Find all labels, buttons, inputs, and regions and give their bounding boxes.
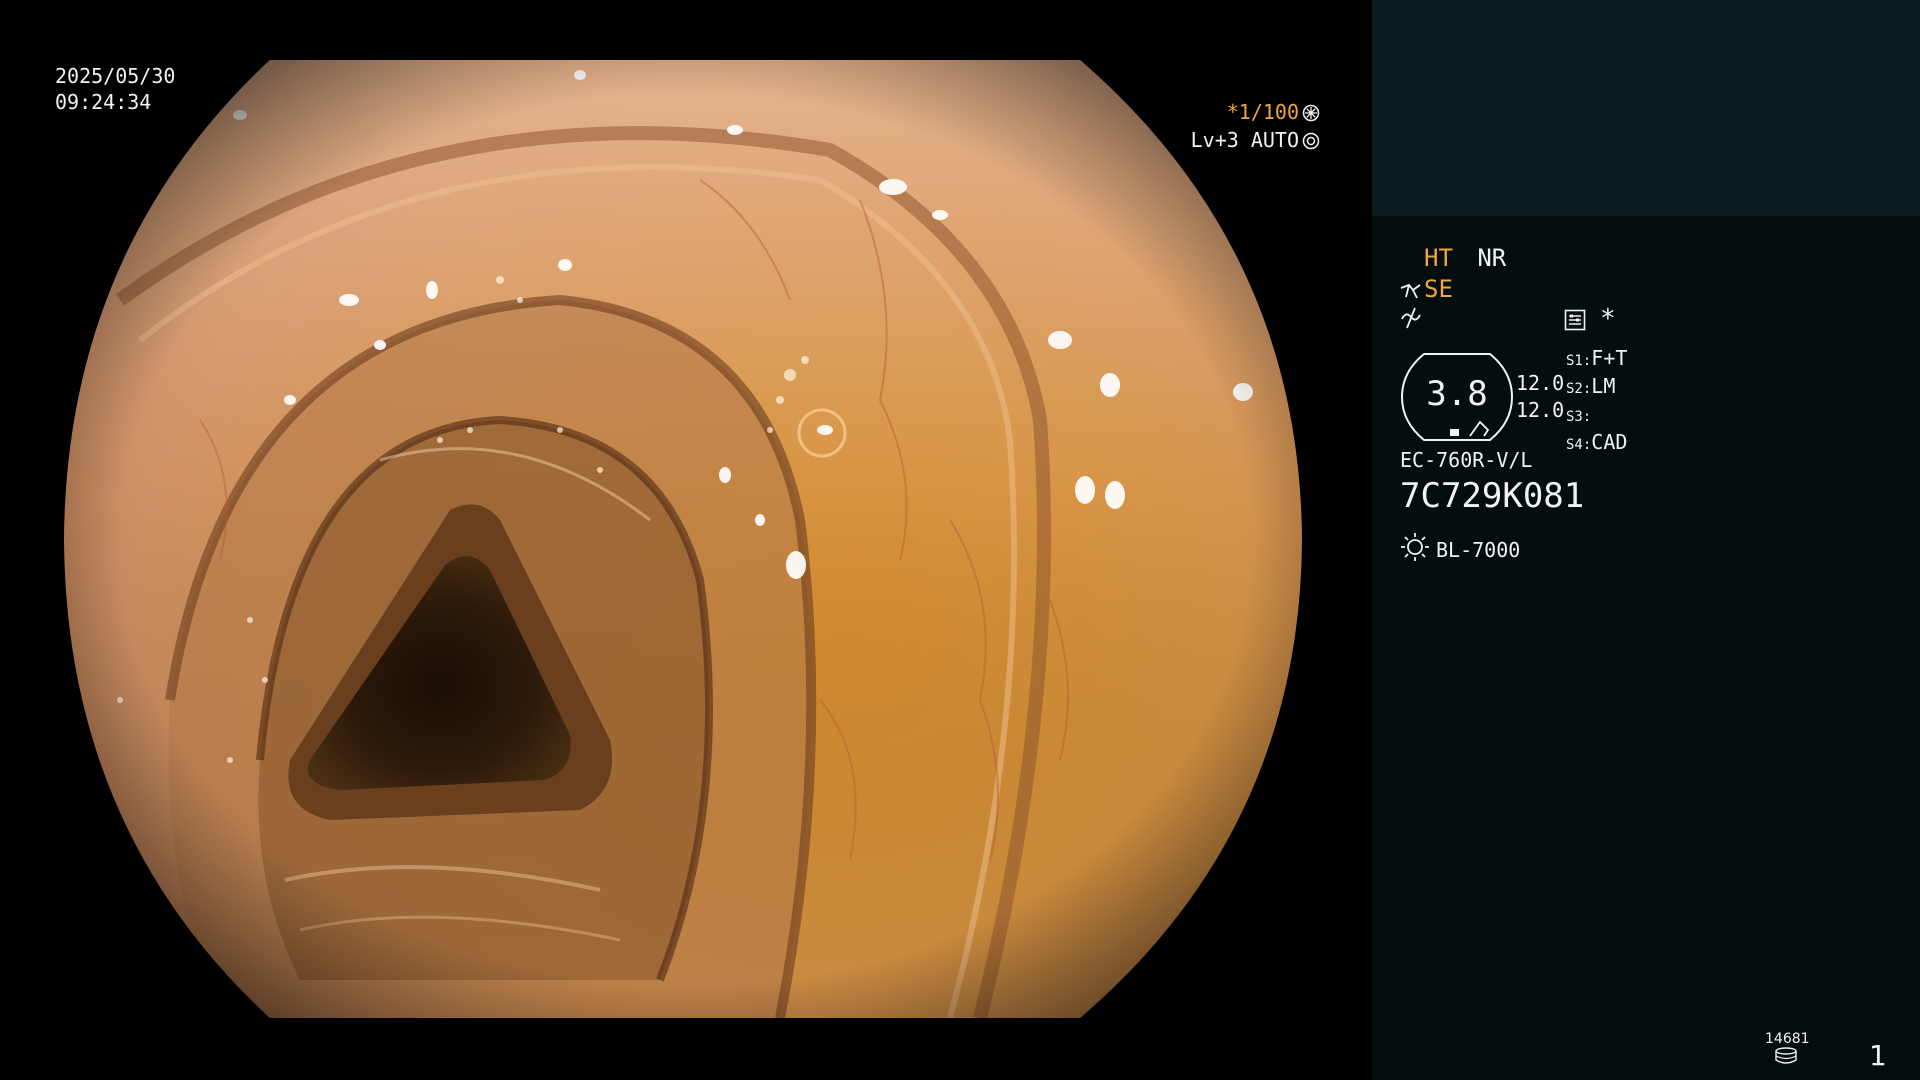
info-top-block [1372, 0, 1920, 216]
switch-assignments: S1:F+T S2:LM S3: S4:CAD [1566, 346, 1627, 458]
info-panel: HT NR SE * 3.8 12.0 12.0 S1:F+T S2:LM S3… [1372, 0, 1920, 1080]
switch-value: CAD [1591, 430, 1628, 454]
settings-list-icon [1564, 309, 1586, 331]
light-source-label: BL-7000 [1436, 538, 1521, 562]
structure-enhancement-icon [1400, 283, 1421, 299]
switch-row: S2:LM [1566, 374, 1616, 398]
scope-model-label: EC-760R-V/L [1400, 448, 1533, 472]
page-number: 1 [1869, 1039, 1887, 1072]
scope-serial-number: 7C729K081 [1400, 476, 1585, 516]
time-label: 09:24:34 [55, 90, 152, 114]
switch-key: S2 [1566, 381, 1583, 397]
ht-mode-label: HT [1424, 244, 1453, 272]
enhancement-mode-row: HT NR [1424, 244, 1506, 272]
switch-row: S4:CAD [1566, 430, 1628, 454]
gauge-limits: 12.0 12.0 [1516, 370, 1564, 424]
nr-mode-label: NR [1477, 244, 1507, 272]
aperture-icon [1302, 104, 1320, 122]
switch-row: S3: [1566, 409, 1592, 425]
switch-key: S3 [1566, 409, 1583, 425]
level-row: Lv+3 AUTO [1191, 126, 1320, 154]
auto-iris-icon [1302, 132, 1320, 150]
switch-key: S1 [1566, 353, 1583, 369]
gauge-upper-value: 12.0 [1516, 371, 1565, 395]
light-source-row: BL-7000 [1400, 532, 1520, 564]
se-mode-label: SE [1424, 275, 1453, 303]
shutter-prefix: * [1226, 100, 1239, 124]
image-counter: 14681 [1765, 1031, 1810, 1047]
switch-value: F+T [1591, 346, 1628, 370]
switch-value: LM [1591, 374, 1616, 398]
datetime-overlay: 2025/05/30 09:24:34 [55, 63, 175, 115]
date-label: 2025/05/30 [55, 64, 176, 88]
colon-lumen-image [64, 60, 1302, 1018]
level-label: Lv+3 [1190, 128, 1239, 152]
waveform-icon [1401, 307, 1421, 329]
shutter-speed: 1/100 [1238, 100, 1299, 124]
light-source-icon [1401, 533, 1429, 561]
se-mode-row: SE [1400, 275, 1453, 303]
switch-key: S4 [1566, 437, 1583, 453]
exposure-overlay: *1/100 Lv+3 AUTO [1191, 98, 1320, 154]
storage-icon [1775, 1047, 1797, 1064]
exposure-mode: AUTO [1250, 128, 1299, 152]
endoscope-video-view: 2025/05/30 09:24:34 *1/100 Lv+3 AUTO [0, 0, 1372, 1080]
endoscopy-monitor: 2025/05/30 09:24:34 *1/100 Lv+3 AUTO HT … [0, 0, 1920, 1080]
gauge-value: 3.8 [1426, 374, 1488, 414]
asterisk-marker: * [1600, 304, 1616, 334]
gauge-lower-value: 12.0 [1516, 398, 1565, 422]
shutter-row: *1/100 [1191, 98, 1320, 126]
switch-row: S1:F+T [1566, 346, 1628, 370]
